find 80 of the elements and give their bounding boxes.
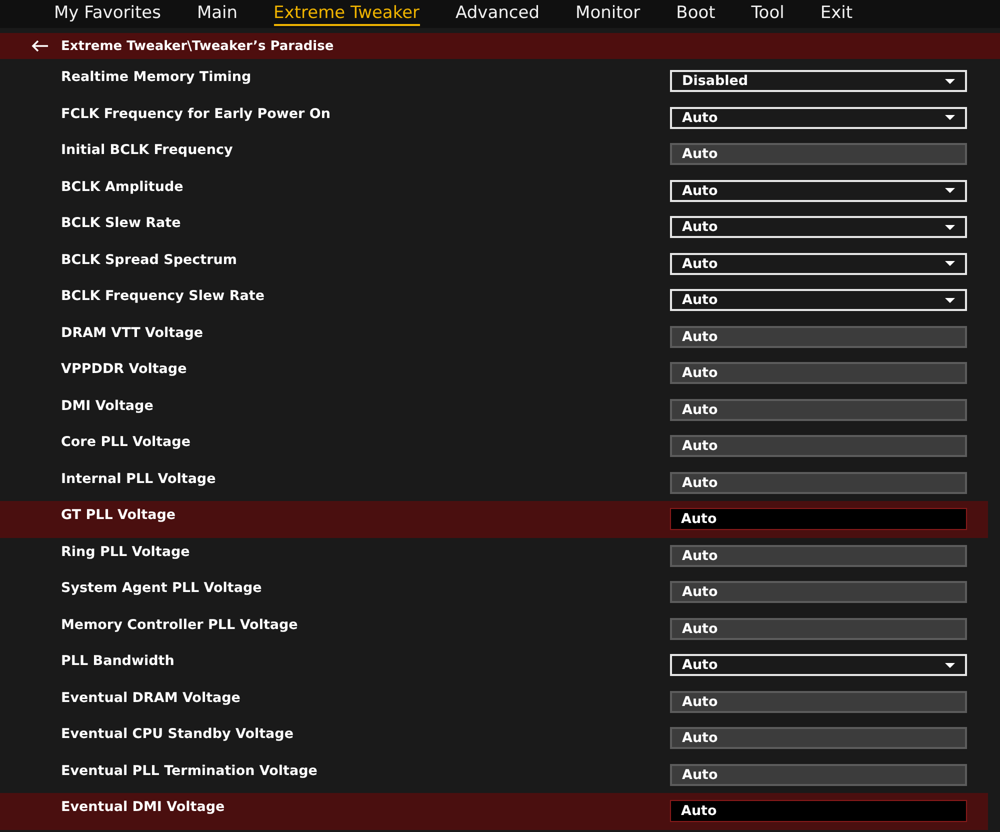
setting-row[interactable]: System Agent PLL Voltage Auto: [0, 574, 988, 610]
setting-label: DRAM VTT Voltage: [61, 324, 204, 341]
setting-label: PLL Bandwidth: [61, 653, 176, 670]
caret-icon: [945, 78, 955, 84]
caret-icon: [945, 662, 955, 668]
menu-tab[interactable]: Advanced: [456, 2, 540, 26]
setting-label: Eventual PLL Termination Voltage: [61, 762, 318, 779]
setting-row[interactable]: Initial BCLK Frequency Auto: [0, 136, 988, 172]
setting-label: VPPDDR Voltage: [61, 361, 188, 378]
input-field[interactable]: Auto: [670, 544, 967, 567]
input-field[interactable]: Auto: [670, 727, 967, 750]
dropdown[interactable]: Disabled: [670, 70, 967, 92]
setting-row[interactable]: Eventual DRAM Voltage Auto: [0, 684, 988, 720]
dropdown[interactable]: Auto: [670, 252, 967, 275]
selected-row[interactable]: Eventual DMI Voltage Auto: [0, 793, 988, 830]
menu-tab[interactable]: Boot: [676, 2, 716, 26]
setting-row[interactable]: Realtime Memory Timing Disabled: [0, 63, 988, 100]
setting-row[interactable]: Eventual CPU Standby Voltage Auto: [0, 720, 988, 756]
setting-label: BCLK Spread Spectrum: [61, 252, 238, 268]
input-field[interactable]: Auto: [670, 508, 967, 530]
setting-label: Realtime Memory Timing: [61, 69, 252, 86]
caret-icon: [945, 115, 955, 120]
setting-label: GT PLL Voltage: [61, 507, 177, 524]
selected-row[interactable]: GT PLL Voltage Auto: [0, 501, 988, 538]
setting-label: DMI Voltage: [61, 398, 154, 414]
input-field[interactable]: Auto: [670, 143, 967, 166]
caret-icon: [945, 188, 955, 194]
setting-row[interactable]: Core PLL Voltage Auto: [0, 428, 988, 464]
setting-label: FCLK Frequency for Early Power On: [61, 106, 332, 122]
setting-label: BCLK Amplitude: [61, 178, 184, 195]
dropdown[interactable]: Auto: [670, 106, 967, 129]
caret-icon: [945, 298, 955, 303]
setting-row[interactable]: DMI Voltage Auto: [0, 392, 988, 428]
setting-row[interactable]: Ring PLL Voltage Auto: [0, 538, 988, 574]
setting-label: Eventual DRAM Voltage: [61, 690, 242, 706]
setting-row[interactable]: FCLK Frequency for Early Power On Auto: [0, 100, 988, 136]
setting-row[interactable]: BCLK Frequency Slew Rate Auto: [0, 282, 988, 318]
input-field[interactable]: Auto: [670, 800, 967, 822]
setting-row[interactable]: BCLK Spread Spectrum Auto: [0, 246, 988, 282]
setting-row[interactable]: PLL Bandwidth Auto: [0, 647, 988, 684]
setting-label: Initial BCLK Frequency: [61, 142, 234, 158]
menu-tab[interactable]: My Favorites: [54, 2, 161, 26]
setting-row[interactable]: Memory Controller PLL Voltage Auto: [0, 610, 988, 647]
dropdown[interactable]: Auto: [670, 180, 967, 202]
setting-row[interactable]: BCLK Slew Rate Auto: [0, 209, 988, 246]
caret-icon: [945, 261, 955, 266]
input-field[interactable]: Auto: [670, 581, 967, 604]
setting-label: BCLK Frequency Slew Rate: [61, 288, 266, 304]
input-field[interactable]: Auto: [670, 362, 967, 384]
menu-tab[interactable]: Main: [196, 2, 238, 26]
dropdown[interactable]: Auto: [670, 216, 967, 238]
setting-row[interactable]: Internal PLL Voltage Auto: [0, 464, 988, 501]
input-field[interactable]: Auto: [670, 435, 967, 458]
setting-row[interactable]: BCLK Amplitude Auto: [0, 172, 988, 209]
caret-icon: [945, 224, 955, 230]
input-field[interactable]: Auto: [670, 398, 967, 421]
input-field[interactable]: Auto: [670, 326, 967, 348]
back-arrow-icon[interactable]: [31, 40, 49, 52]
setting-row[interactable]: DRAM VTT Voltage Auto: [0, 318, 988, 355]
setting-label: BCLK Slew Rate: [61, 215, 182, 232]
dropdown[interactable]: Auto: [670, 289, 967, 312]
setting-label: System Agent PLL Voltage: [61, 580, 263, 596]
input-field[interactable]: Auto: [670, 690, 967, 713]
setting-row[interactable]: VPPDDR Voltage Auto: [0, 355, 988, 392]
input-field[interactable]: Auto: [670, 764, 967, 786]
setting-row[interactable]: Eventual PLL Termination Voltage Auto: [0, 756, 988, 793]
dropdown[interactable]: Auto: [670, 654, 967, 676]
setting-label: Ring PLL Voltage: [61, 544, 191, 560]
menu-tab[interactable]: Exit: [820, 2, 853, 26]
menu-tab[interactable]: Monitor: [576, 2, 640, 26]
input-field[interactable]: Auto: [670, 472, 967, 494]
setting-label: Core PLL Voltage: [61, 434, 192, 450]
setting-label: Eventual DMI Voltage: [61, 799, 226, 816]
menu-tab[interactable]: Tool: [751, 2, 784, 26]
setting-label: Memory Controller PLL Voltage: [61, 616, 299, 633]
setting-label: Eventual CPU Standby Voltage: [61, 726, 294, 742]
menu-tab[interactable]: Extreme Tweaker: [274, 2, 420, 26]
breadcrumb-text: Extreme Tweaker\Tweaker’s Paradise: [61, 38, 334, 54]
input-field[interactable]: Auto: [670, 618, 967, 640]
setting-label: Internal PLL Voltage: [61, 470, 217, 487]
